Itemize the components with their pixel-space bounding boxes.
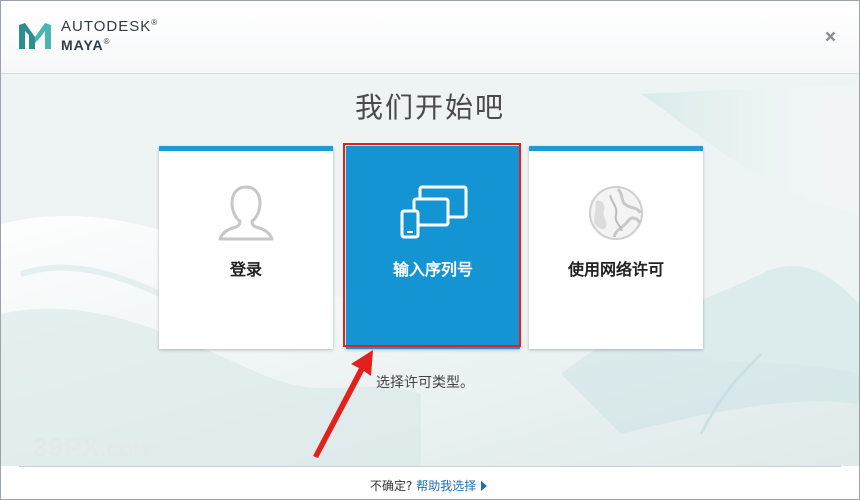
close-icon [825,31,835,41]
serial-number-label: 输入序列号 [392,260,473,279]
play-arrow-icon [481,481,488,491]
network-globe-icon [589,186,643,240]
footer-question: 不确定? [370,479,413,493]
login-card[interactable]: 登录 [159,146,333,349]
help-link-label: 帮助我选择 [416,479,477,493]
login-label: 登录 [229,260,262,279]
network-license-label: 使用网络许可 [567,260,664,279]
license-type-hint: 选择许可类型。 [376,375,474,391]
app-window: AUTODESK® MAYA® 我们开始吧 登录 输入序列号 使用网络许可 选择… [0,0,860,500]
network-license-card[interactable]: 使用网络许可 [529,146,703,349]
watermark: 39PX.COM [33,432,149,462]
footer: 不确定? 帮助我选择 [1,467,859,499]
page-title: 我们开始吧 [354,91,505,124]
brand-autodesk: AUTODESK® [61,18,159,35]
brand-maya: MAYA® [61,37,111,53]
header: AUTODESK® MAYA® [1,1,859,74]
serial-number-card[interactable]: 输入序列号 [346,146,520,349]
devices-icon [400,185,468,239]
close-button[interactable] [819,25,841,47]
main-content: 我们开始吧 登录 输入序列号 使用网络许可 选择许可类型。 39PX.COM [1,74,859,466]
user-icon [218,185,274,241]
help-me-choose-link[interactable]: 帮助我选择 [416,479,488,493]
maya-logo-icon [19,23,51,49]
